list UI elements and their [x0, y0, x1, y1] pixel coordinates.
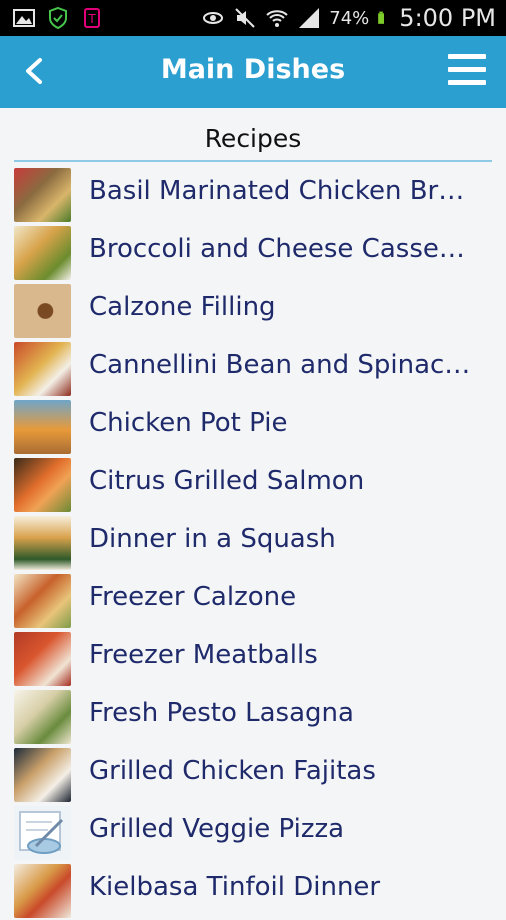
recipe-thumbnail [14, 864, 71, 918]
recipe-thumbnail [14, 574, 71, 628]
menu-bar [448, 80, 486, 85]
recipe-row[interactable]: Broccoli and Cheese Casse… [0, 224, 506, 282]
app-bar: Main Dishes [0, 36, 506, 108]
recipe-title: Basil Marinated Chicken Br… [89, 176, 465, 206]
battery-icon [378, 11, 385, 24]
recipe-row[interactable]: Grilled Chicken Fajitas [0, 746, 506, 804]
tmobile-icon: T [84, 8, 100, 28]
mute-icon [235, 8, 255, 28]
recipe-thumbnail [14, 400, 71, 454]
recipe-title: Grilled Veggie Pizza [89, 814, 345, 844]
recipe-row[interactable]: Fresh Pesto Lasagna [0, 688, 506, 746]
recipe-title: Fresh Pesto Lasagna [89, 698, 354, 728]
recipe-thumbnail [14, 342, 71, 396]
recipe-title: Freezer Calzone [89, 582, 297, 612]
recipe-row[interactable]: Citrus Grilled Salmon [0, 456, 506, 514]
recipe-title: Broccoli and Cheese Casse… [89, 234, 465, 264]
recipe-thumbnail [14, 458, 71, 512]
recipe-title: Cannellini Bean and Spinac… [89, 350, 471, 380]
image-icon [13, 9, 35, 27]
recipe-row[interactable]: Freezer Meatballs [0, 630, 506, 688]
menu-bar [448, 67, 486, 72]
recipe-title: Grilled Chicken Fajitas [89, 756, 376, 786]
section-title: Recipes [14, 118, 492, 162]
eye-icon [203, 12, 224, 24]
recipe-thumbnail [14, 632, 71, 686]
recipe-title: Citrus Grilled Salmon [89, 466, 365, 496]
recipe-row[interactable]: Basil Marinated Chicken Br… [0, 166, 506, 224]
recipe-row[interactable]: Cannellini Bean and Spinac… [0, 340, 506, 398]
recipe-row[interactable]: Grilled Veggie Pizza [0, 804, 506, 862]
recipe-thumbnail [14, 168, 71, 222]
recipe-row[interactable]: Dinner in a Squash [0, 514, 506, 572]
svg-text:T: T [87, 12, 96, 26]
clock: 5:00 PM [399, 4, 496, 32]
recipe-title: Calzone Filling [89, 292, 276, 322]
status-right: 74% 5:00 PM [201, 4, 506, 32]
recipe-thumbnail [14, 516, 71, 570]
recipe-list: Basil Marinated Chicken Br… Broccoli and… [0, 166, 506, 920]
recipe-thumbnail [14, 690, 71, 744]
status-left: T [0, 6, 104, 30]
status-bar: T 74% 5:00 PM [0, 0, 506, 36]
recipe-title: Kielbasa Tinfoil Dinner [89, 872, 381, 902]
recipe-row[interactable]: Chicken Pot Pie [0, 398, 506, 456]
wifi-icon [266, 10, 288, 27]
recipe-thumbnail [14, 226, 71, 280]
battery-percent: 74% [329, 7, 370, 29]
page-title: Main Dishes [160, 54, 346, 85]
recipe-row[interactable]: Calzone Filling [0, 282, 506, 340]
recipe-title: Freezer Meatballs [89, 640, 318, 670]
recipe-title: Dinner in a Squash [89, 524, 336, 554]
recipe-thumbnail [14, 806, 71, 860]
signal-icon [299, 8, 320, 28]
shield-icon [49, 6, 67, 30]
recipe-thumbnail [14, 284, 71, 338]
pizza-placeholder-icon [19, 811, 64, 854]
recipe-row[interactable]: Freezer Calzone [0, 572, 506, 630]
recipe-row[interactable]: Kielbasa Tinfoil Dinner [0, 862, 506, 920]
recipe-title: Chicken Pot Pie [89, 408, 288, 438]
recipe-thumbnail [14, 748, 71, 802]
hamburger-menu-icon[interactable] [448, 54, 486, 90]
menu-bar [448, 54, 486, 59]
